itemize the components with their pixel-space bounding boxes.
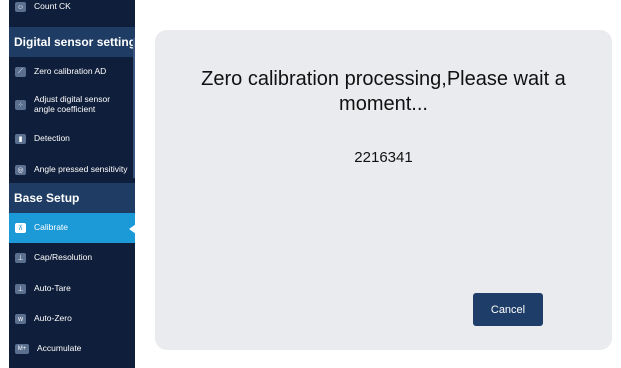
auto-tare-icon: ⊥ — [15, 284, 26, 294]
section-header-digital-sensor: Digital sensor setting — [9, 27, 135, 57]
cancel-button[interactable]: Cancel — [473, 293, 543, 326]
sidebar-item-label: Zero calibration AD — [34, 66, 107, 77]
sidebar-item-angle-pressed-sensitivity[interactable]: ◎ Angle pressed sensitivity — [9, 155, 135, 185]
active-pointer-icon — [129, 224, 135, 234]
sidebar-item-label: Auto-Tare — [34, 283, 71, 294]
sidebar-item-label: Detection — [34, 133, 70, 144]
sidebar-item-label: Calibrate — [34, 222, 69, 233]
dialog-message: Zero calibration processing,Please wait … — [201, 68, 566, 115]
sensitivity-icon: ◎ — [15, 165, 26, 175]
sidebar-item-label: Adjust digital sensor angle coefficient — [34, 94, 111, 114]
sidebar-item-accumulate[interactable]: M+ Accumulate — [9, 334, 135, 364]
sidebar-item-cap-resolution[interactable]: ⊥ Cap/Resolution — [9, 243, 135, 273]
section-header-base-setup: Base Setup — [9, 183, 135, 213]
calibrate-icon: ⊼ — [15, 223, 26, 233]
zero-calibration-icon: ⟋ — [15, 67, 26, 77]
dialog-counter: 2216341 — [354, 149, 413, 166]
cap-resolution-icon: ⊥ — [15, 253, 26, 263]
sidebar-item-auto-zero[interactable]: w Auto-Zero — [9, 304, 135, 334]
auto-zero-icon: w — [15, 314, 26, 324]
calibration-dialog: Zero calibration processing,Please wait … — [155, 30, 612, 350]
sidebar-item-calibrate[interactable]: ⊼ Calibrate — [9, 213, 135, 243]
sidebar-item-label: Auto-Zero — [34, 313, 72, 324]
count-icon: ☺ — [15, 2, 26, 12]
sidebar-item-zero-calibration-ad[interactable]: ⟋ Zero calibration AD — [9, 57, 135, 87]
sidebar-scrollbar[interactable] — [133, 38, 135, 178]
sidebar-item-label: Count CK — [34, 1, 71, 12]
sidebar-item-detection[interactable]: ▮ Detection — [9, 124, 135, 154]
sidebar-item-auto-tare[interactable]: ⊥ Auto-Tare — [9, 274, 135, 304]
sensor-angle-icon: ⁘ — [15, 100, 26, 110]
detection-icon: ▮ — [15, 134, 26, 144]
accumulate-icon: M+ — [15, 344, 29, 354]
sidebar-item-label: Cap/Resolution — [34, 252, 93, 263]
sidebar: ☺ Count CK Digital sensor setting ⟋ Zero… — [9, 0, 135, 368]
sidebar-item-adjust-sensor-angle[interactable]: ⁘ Adjust digital sensor angle coefficien… — [9, 88, 135, 122]
sidebar-item-count-ck[interactable]: ☺ Count CK — [9, 0, 135, 17]
sidebar-item-label: Accumulate — [37, 343, 82, 354]
sidebar-item-label: Angle pressed sensitivity — [34, 164, 128, 175]
